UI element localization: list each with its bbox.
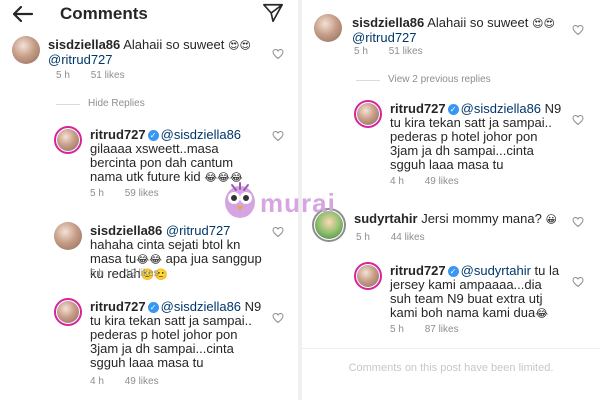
username[interactable]: ritrud727 [90, 299, 146, 314]
murai-bird-logo-icon [225, 182, 255, 218]
comment-likes[interactable]: 51 likes [91, 70, 125, 81]
comment-time: 5 h [90, 268, 104, 279]
comment-emoji: 😀 [545, 213, 557, 226]
comment-likes[interactable]: 87 likes [425, 324, 459, 335]
comments-limited-notice: Comments on this post have been limited. [348, 362, 554, 374]
avatar[interactable] [12, 36, 40, 64]
username[interactable]: sisdziella86 [90, 223, 162, 238]
comment-likes[interactable]: 51 likes [389, 46, 423, 57]
mention-link[interactable]: @sisdziella86 [461, 101, 541, 116]
comment-time: 4 h [90, 376, 104, 387]
comment-text: ritrud727 ✓ @sudyrtahir tu la jersey kami … [390, 264, 566, 321]
avatar[interactable] [314, 14, 342, 42]
avatar[interactable] [354, 262, 382, 290]
mention-link[interactable]: @sudyrtahir [461, 263, 531, 278]
comment-body: Jersi mommy mana? [421, 211, 542, 226]
comment-meta: 5 h 44 likes [356, 232, 443, 243]
verified-badge-icon: ✓ [147, 302, 159, 314]
comment-time: 5 h [56, 70, 70, 81]
comment-emoji: 😂😂 [136, 253, 162, 266]
hide-replies-button[interactable]: Hide Replies [88, 98, 145, 109]
comment-emoji: 😂 [535, 307, 549, 320]
comments-header: Comments [0, 0, 298, 28]
view-previous-replies-button[interactable]: View 2 previous replies [388, 74, 491, 85]
comment-text: sudyrtahir Jersi mommy mana? 😀 [354, 212, 564, 227]
comment-text: ritrud727 ✓ @sisdziella86 N9 tu kira tekan… [90, 300, 266, 370]
avatar[interactable] [354, 100, 382, 128]
comment-likes[interactable]: 49 likes [125, 376, 159, 387]
send-icon[interactable] [262, 2, 284, 24]
heart-icon[interactable] [272, 130, 284, 142]
comment-text: ritrud727 ✓ @sisdziella86 gilaaaa xsweett.… [90, 128, 266, 185]
mention-link[interactable]: @ritrud727 [48, 52, 113, 67]
watermark-text: murai [260, 188, 336, 218]
comment-likes[interactable]: 19 likes [125, 268, 159, 279]
mention-link[interactable]: @ritrud727 [352, 30, 417, 45]
comment-text: ritrud727 ✓ @sisdziella86 N9 tu kira tekan… [390, 102, 566, 172]
comment-time: 5 h [354, 46, 368, 57]
comment-meta: 5 h 87 likes [390, 324, 477, 335]
back-arrow-icon[interactable] [10, 4, 34, 24]
comment-likes[interactable]: 59 likes [125, 188, 159, 199]
comment-time: 5 h [356, 232, 370, 243]
comment-meta: 4 h 49 likes [90, 376, 177, 387]
username[interactable]: ritrud727 [390, 101, 446, 116]
comment-likes[interactable]: 49 likes [425, 176, 459, 187]
username[interactable]: ritrud727 [90, 127, 146, 142]
murai-watermark: murai [222, 180, 382, 228]
comment-body: Alahaii so suweet [427, 15, 529, 30]
comment-time: 5 h [90, 188, 104, 199]
heart-icon[interactable] [272, 312, 284, 324]
comment-meta: 5 h 51 likes [354, 46, 441, 57]
comment-emoji: 😍😍 [227, 39, 251, 52]
heart-icon[interactable] [572, 24, 584, 36]
verified-badge-icon: ✓ [447, 104, 459, 116]
comment-meta: 5 h 51 likes [56, 70, 143, 81]
mention-link[interactable]: @sisdziella86 [161, 299, 241, 314]
comment-meta: 4 h 49 likes [390, 176, 477, 187]
page-title: Comments [60, 4, 148, 23]
verified-badge-icon: ✓ [147, 130, 159, 142]
verified-badge-icon: ✓ [447, 266, 459, 278]
replies-divider [356, 80, 380, 81]
comment-body: Alahaii so suweet [123, 37, 225, 52]
username[interactable]: sisdziella86 [352, 15, 424, 30]
avatar[interactable] [54, 222, 82, 250]
heart-icon[interactable] [572, 276, 584, 288]
heart-icon[interactable] [272, 48, 284, 60]
composer-divider [302, 348, 600, 349]
comment-meta: 5 h 59 likes [90, 188, 177, 199]
heart-icon[interactable] [572, 216, 584, 228]
comment-emoji: 😍😍 [531, 17, 555, 30]
username[interactable]: sisdziella86 [48, 37, 120, 52]
heart-icon[interactable] [572, 114, 584, 126]
comment-likes[interactable]: 44 likes [391, 232, 425, 243]
mention-link[interactable]: @sisdziella86 [161, 127, 241, 142]
comment-time: 4 h [390, 176, 404, 187]
mention-link[interactable]: @ritrud727 [166, 223, 231, 238]
avatar[interactable] [54, 126, 82, 154]
replies-divider [56, 104, 80, 105]
avatar[interactable] [54, 298, 82, 326]
comment-text: sisdziella86 Alahaii so suweet 😍😍 @ritru… [352, 16, 562, 45]
comment-text: sisdziella86 Alahaii so suweet 😍😍 @ritru… [48, 38, 258, 67]
comment-meta: 5 h 19 likes [90, 268, 177, 279]
comment-time: 5 h [390, 324, 404, 335]
username[interactable]: ritrud727 [390, 263, 446, 278]
